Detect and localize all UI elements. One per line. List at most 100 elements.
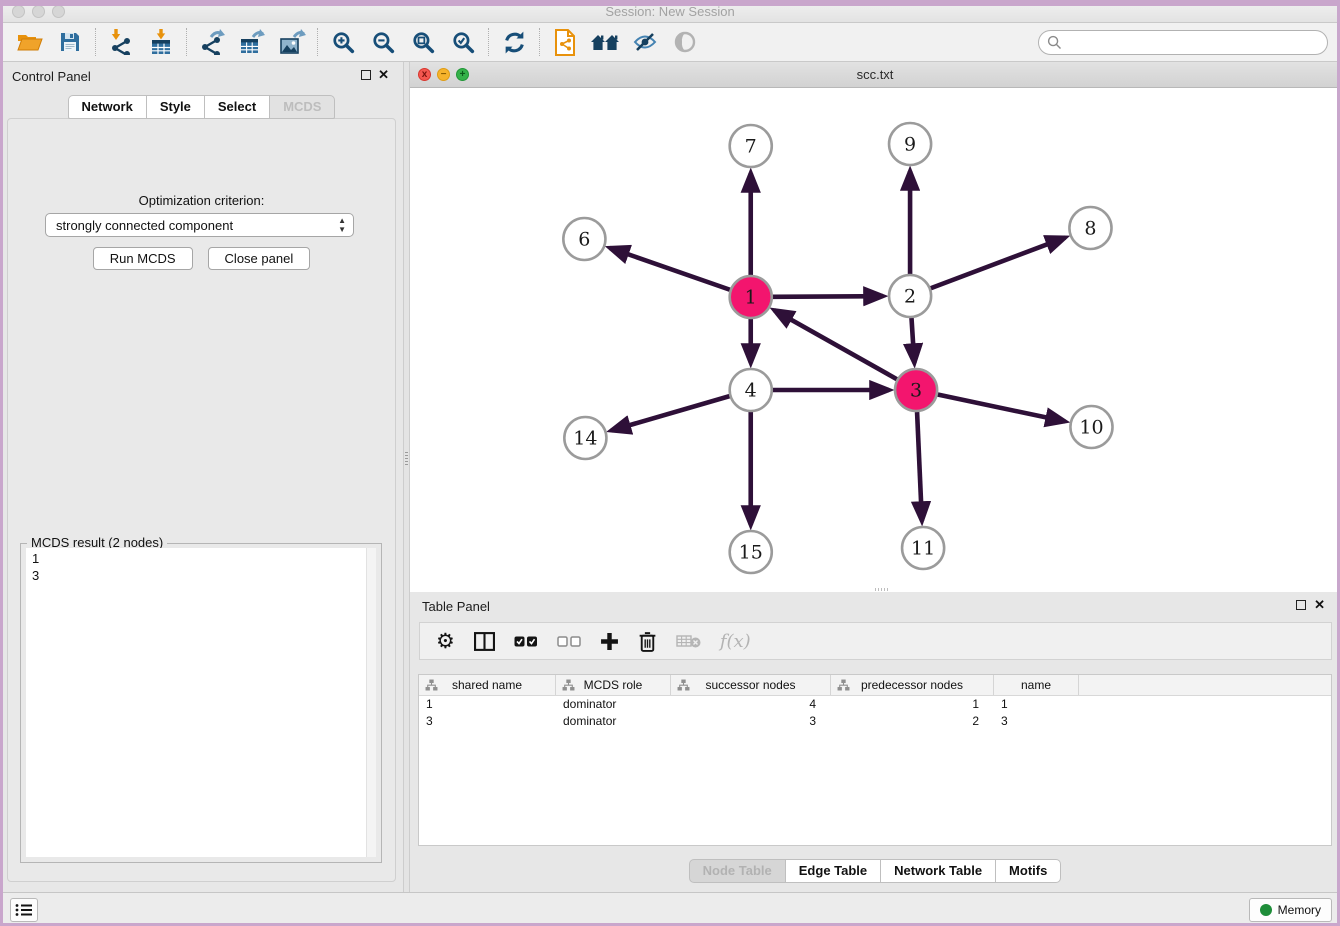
export-network-icon[interactable] — [192, 26, 232, 58]
graph-node-2[interactable]: 2 — [889, 275, 931, 317]
tab-select[interactable]: Select — [205, 95, 270, 119]
graph-node-15[interactable]: 15 — [730, 531, 772, 573]
mcds-result-text[interactable]: 13 — [26, 548, 376, 857]
graph-node-11[interactable]: 11 — [902, 527, 944, 569]
graph-node-10[interactable]: 10 — [1070, 406, 1112, 448]
table-cell[interactable]: dominator — [556, 696, 671, 713]
table-cell[interactable]: 1 — [994, 696, 1079, 713]
table-cell[interactable]: 1 — [831, 696, 994, 713]
tab-node-table[interactable]: Node Table — [689, 859, 786, 883]
select-all-columns-icon[interactable] — [514, 636, 538, 647]
table-cell[interactable]: 3 — [419, 713, 556, 730]
panel-list-icon[interactable] — [10, 898, 38, 922]
app-titlebar: Session: New Session — [0, 0, 1340, 23]
table-options-icon[interactable]: ⚙ — [436, 631, 455, 651]
float-table-panel-icon[interactable] — [1296, 600, 1306, 610]
column-header-MCDS-role[interactable]: MCDS role — [556, 675, 671, 695]
graph-node-4[interactable]: 4 — [730, 369, 772, 411]
save-session-icon[interactable] — [50, 26, 90, 58]
mcds-result-line: 3 — [32, 567, 370, 584]
column-header-predecessor-nodes[interactable]: predecessor nodes — [831, 675, 994, 695]
graph-edge-2-8[interactable] — [931, 238, 1065, 289]
select-spinner-icon: ▲▼ — [338, 216, 346, 234]
table-panel: Table Panel ✕ ⚙ f(x) shared nameMCDS rol… — [410, 592, 1340, 892]
mcds-result-line: 1 — [32, 550, 370, 567]
close-panel-button[interactable]: Close panel — [208, 247, 311, 270]
network-canvas[interactable]: 7 9 6 8 1 2 4 3 14 10 15 11 — [410, 88, 1340, 592]
table-cell[interactable]: 2 — [831, 713, 994, 730]
panel-splitter[interactable] — [403, 62, 410, 892]
table-cell[interactable]: 3 — [994, 713, 1079, 730]
home-icon[interactable] — [585, 26, 625, 58]
refresh-icon[interactable] — [494, 26, 534, 58]
zoom-fit-icon[interactable] — [403, 26, 443, 58]
graph-edge-3-10[interactable] — [938, 395, 1065, 422]
mcds-result-scrollbar[interactable] — [366, 548, 376, 857]
search-input[interactable] — [1067, 35, 1327, 50]
graph-edge-3-11[interactable] — [917, 412, 922, 521]
zoom-out-icon[interactable] — [363, 26, 403, 58]
new-network-icon[interactable] — [545, 26, 585, 58]
tab-network-table[interactable]: Network Table — [881, 859, 996, 883]
unselect-all-columns-icon[interactable] — [557, 636, 581, 647]
graph-node-7[interactable]: 7 — [730, 125, 772, 167]
column-header-successor-nodes[interactable]: successor nodes — [671, 675, 831, 695]
graph-edge-4-14[interactable] — [611, 396, 729, 430]
tab-mcds[interactable]: MCDS — [270, 95, 335, 119]
graph-node-6[interactable]: 6 — [563, 218, 605, 260]
table-cell[interactable]: dominator — [556, 713, 671, 730]
show-graphics-details-icon[interactable] — [665, 26, 705, 58]
open-session-icon[interactable] — [10, 26, 50, 58]
graph-node-8[interactable]: 8 — [1069, 207, 1111, 249]
graph-edge-1-6[interactable] — [610, 248, 730, 290]
run-mcds-button[interactable]: Run MCDS — [93, 247, 193, 270]
graph-node-9[interactable]: 9 — [889, 123, 931, 165]
graph-node-1[interactable]: 1 — [730, 276, 772, 318]
table-cell[interactable]: 3 — [671, 713, 831, 730]
graph-edge-2-3[interactable] — [911, 318, 914, 363]
tab-network[interactable]: Network — [68, 95, 147, 119]
export-table-icon[interactable] — [232, 26, 272, 58]
table-row[interactable]: 1dominator411 — [419, 696, 1331, 713]
create-column-icon[interactable] — [600, 632, 619, 651]
search-box[interactable] — [1038, 30, 1328, 55]
hide-graphics-details-icon[interactable] — [625, 26, 665, 58]
network-window-titlebar[interactable]: x − + scc.txt — [410, 62, 1340, 88]
delete-table-icon[interactable] — [676, 634, 701, 648]
graph-edge-1-2[interactable] — [773, 296, 883, 297]
import-table-icon[interactable] — [141, 26, 181, 58]
graph-node-14[interactable]: 14 — [564, 417, 606, 459]
graph-node-3[interactable]: 3 — [895, 369, 937, 411]
table-row[interactable]: 3dominator323 — [419, 713, 1331, 730]
tab-style[interactable]: Style — [147, 95, 205, 119]
network-title: scc.txt — [410, 67, 1340, 82]
column-header-shared-name[interactable]: shared name — [419, 675, 556, 695]
svg-text:6: 6 — [578, 229, 590, 251]
tab-edge-table[interactable]: Edge Table — [786, 859, 881, 883]
svg-text:1: 1 — [745, 287, 757, 309]
svg-text:9: 9 — [904, 134, 916, 156]
canvas-resize-handle[interactable] — [875, 588, 889, 591]
table-cell[interactable]: 1 — [419, 696, 556, 713]
delete-columns-icon[interactable] — [638, 631, 657, 652]
svg-text:7: 7 — [745, 136, 757, 158]
zoom-selected-icon[interactable] — [443, 26, 483, 58]
node-table: shared nameMCDS rolesuccessor nodesprede… — [418, 674, 1332, 846]
function-builder-icon[interactable]: f(x) — [720, 631, 751, 652]
tab-motifs[interactable]: Motifs — [996, 859, 1061, 883]
zoom-in-icon[interactable] — [323, 26, 363, 58]
graph-edge-3-1[interactable] — [774, 310, 897, 379]
show-columns-icon[interactable] — [474, 632, 495, 651]
network-graph[interactable]: 7 9 6 8 1 2 4 3 14 10 15 11 — [410, 88, 1340, 592]
control-panel: Control Panel ✕ NetworkStyleSelectMCDS O… — [0, 62, 403, 892]
float-panel-icon[interactable] — [361, 70, 371, 80]
criterion-select[interactable]: strongly connected component ▲▼ — [45, 213, 354, 237]
memory-button[interactable]: Memory — [1249, 898, 1332, 922]
export-image-icon[interactable] — [272, 26, 312, 58]
import-network-icon[interactable] — [101, 26, 141, 58]
splitter-grip-icon — [405, 452, 408, 466]
table-cell[interactable]: 4 — [671, 696, 831, 713]
close-panel-icon[interactable]: ✕ — [378, 67, 389, 83]
close-table-panel-icon[interactable]: ✕ — [1314, 597, 1325, 613]
column-header-name[interactable]: name — [994, 675, 1079, 695]
